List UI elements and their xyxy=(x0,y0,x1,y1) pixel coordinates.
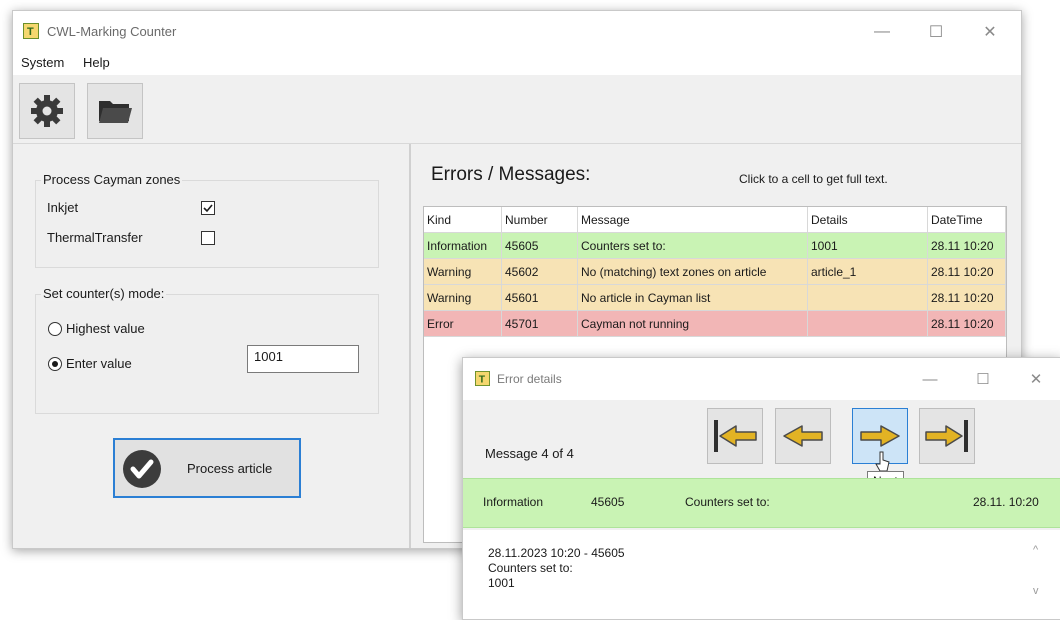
detail-line: 1001 xyxy=(488,576,515,590)
column-header-details[interactable]: Details xyxy=(808,207,928,233)
last-message-button[interactable] xyxy=(919,408,975,464)
table-row[interactable]: Warning 45602 No (matching) text zones o… xyxy=(424,259,1006,285)
settings-button[interactable] xyxy=(19,83,75,139)
cell-number[interactable]: 45601 xyxy=(502,285,578,311)
cell-kind[interactable]: Information xyxy=(424,233,502,259)
cell-details[interactable]: 1001 xyxy=(808,233,928,259)
message-detail-text[interactable]: 28.11.2023 10:20 - 45605 Counters set to… xyxy=(463,530,1060,619)
gear-icon xyxy=(31,95,63,127)
enter-value-label: Enter value xyxy=(66,356,132,371)
cell-datetime[interactable]: 28.11 10:20 xyxy=(928,311,1006,337)
checkmark-icon xyxy=(203,204,213,213)
cell-number[interactable]: 45605 xyxy=(502,233,578,259)
process-article-label: Process article xyxy=(187,461,273,476)
cell-message[interactable]: No article in Cayman list xyxy=(578,285,808,311)
thermal-transfer-checkbox[interactable] xyxy=(201,231,215,245)
cell-message[interactable]: Cayman not running xyxy=(578,311,808,337)
table-row[interactable]: Information 45605 Counters set to: 1001 … xyxy=(424,233,1006,259)
mouse-cursor-icon xyxy=(875,451,890,472)
cell-kind[interactable]: Warning xyxy=(424,259,502,285)
folder-open-icon xyxy=(99,101,132,123)
left-panel: Process Cayman zones Inkjet ThermalTrans… xyxy=(13,144,405,548)
svg-text:T: T xyxy=(27,26,34,38)
window-title: CWL-Marking Counter xyxy=(47,24,177,39)
dialog-maximize-button[interactable]: ☐ xyxy=(966,366,1000,392)
column-header-datetime[interactable]: DateTime xyxy=(928,207,1006,233)
checkmark-circle-icon xyxy=(123,450,161,488)
table-row[interactable]: Warning 45601 No article in Cayman list … xyxy=(424,285,1006,311)
toolbar xyxy=(13,75,1021,144)
cell-details[interactable] xyxy=(808,285,928,311)
errors-title: Errors / Messages: xyxy=(431,164,591,185)
detail-line: 28.11.2023 10:20 - 45605 xyxy=(488,546,625,560)
dialog-minimize-button[interactable]: — xyxy=(913,366,947,392)
minimize-button[interactable]: — xyxy=(865,19,899,45)
column-header-kind[interactable]: Kind xyxy=(424,207,502,233)
cell-number[interactable]: 45701 xyxy=(502,311,578,337)
column-header-number[interactable]: Number xyxy=(502,207,578,233)
highest-value-radio[interactable] xyxy=(48,322,62,336)
cell-kind[interactable]: Error xyxy=(424,311,502,337)
dialog-title-bar: T Error details — ☐ ✕ xyxy=(463,358,1060,400)
cell-number[interactable]: 45602 xyxy=(502,259,578,285)
scroll-up-arrow-icon[interactable]: ^ xyxy=(1033,544,1038,556)
menu-bar: System Help xyxy=(13,53,1021,75)
app-icon: T xyxy=(475,371,490,386)
column-header-message[interactable]: Message xyxy=(578,207,808,233)
next-icon xyxy=(860,425,900,447)
previous-message-button[interactable] xyxy=(775,408,831,464)
thermal-transfer-label: ThermalTransfer xyxy=(47,230,143,245)
scroll-down-arrow-icon[interactable]: v xyxy=(1033,585,1039,597)
current-kind: Information xyxy=(483,495,544,509)
inkjet-checkbox[interactable] xyxy=(201,201,215,215)
table-row[interactable]: Error 45701 Cayman not running 28.11 10:… xyxy=(424,311,1006,337)
inkjet-label: Inkjet xyxy=(47,200,79,215)
process-article-button[interactable]: Process article xyxy=(113,438,301,498)
close-button[interactable]: ✕ xyxy=(973,19,1007,45)
current-message-band: Information 45605 Counters set to: 28.11… xyxy=(463,478,1060,528)
message-counter: Message 4 of 4 xyxy=(485,446,574,461)
cell-datetime[interactable]: 28.11 10:20 xyxy=(928,233,1006,259)
cell-message[interactable]: No (matching) text zones on article xyxy=(578,259,808,285)
open-folder-button[interactable] xyxy=(87,83,143,139)
counter-value-input[interactable]: 1001 xyxy=(247,345,359,373)
cell-datetime[interactable]: 28.11 10:20 xyxy=(928,259,1006,285)
menu-help[interactable]: Help xyxy=(83,55,110,70)
cell-kind[interactable]: Warning xyxy=(424,285,502,311)
last-icon xyxy=(925,420,968,452)
first-message-button[interactable] xyxy=(707,408,763,464)
cayman-zones-title: Process Cayman zones xyxy=(41,172,183,187)
cell-datetime[interactable]: 28.11 10:20 xyxy=(928,285,1006,311)
dialog-title: Error details xyxy=(497,372,562,386)
maximize-button[interactable]: ☐ xyxy=(919,19,953,45)
detail-line: Counters set to: xyxy=(488,561,573,575)
first-icon xyxy=(714,420,757,452)
cell-details[interactable] xyxy=(808,311,928,337)
errors-hint: Click to a cell to get full text. xyxy=(739,172,888,186)
cell-message[interactable]: Counters set to: xyxy=(578,233,808,259)
current-datetime: 28.11. 10:20 xyxy=(973,495,1039,509)
svg-text:T: T xyxy=(479,374,486,385)
cayman-zones-group xyxy=(35,180,379,268)
current-number: 45605 xyxy=(591,495,625,509)
error-details-dialog: T Error details — ☐ ✕ Message 4 of 4 Nex… xyxy=(462,357,1060,620)
counter-mode-title: Set counter(s) mode: xyxy=(41,286,167,301)
previous-icon xyxy=(783,425,823,447)
dialog-close-button[interactable]: ✕ xyxy=(1019,366,1053,392)
menu-system[interactable]: System xyxy=(21,55,64,70)
highest-value-label: Highest value xyxy=(66,321,145,336)
enter-value-radio[interactable] xyxy=(48,357,62,371)
app-icon: T xyxy=(23,23,39,39)
grid-header-row: Kind Number Message Details DateTime xyxy=(424,207,1006,233)
cell-details[interactable]: article_1 xyxy=(808,259,928,285)
title-bar: T CWL-Marking Counter — ☐ ✕ xyxy=(13,11,1021,53)
current-message: Counters set to: xyxy=(685,495,770,509)
